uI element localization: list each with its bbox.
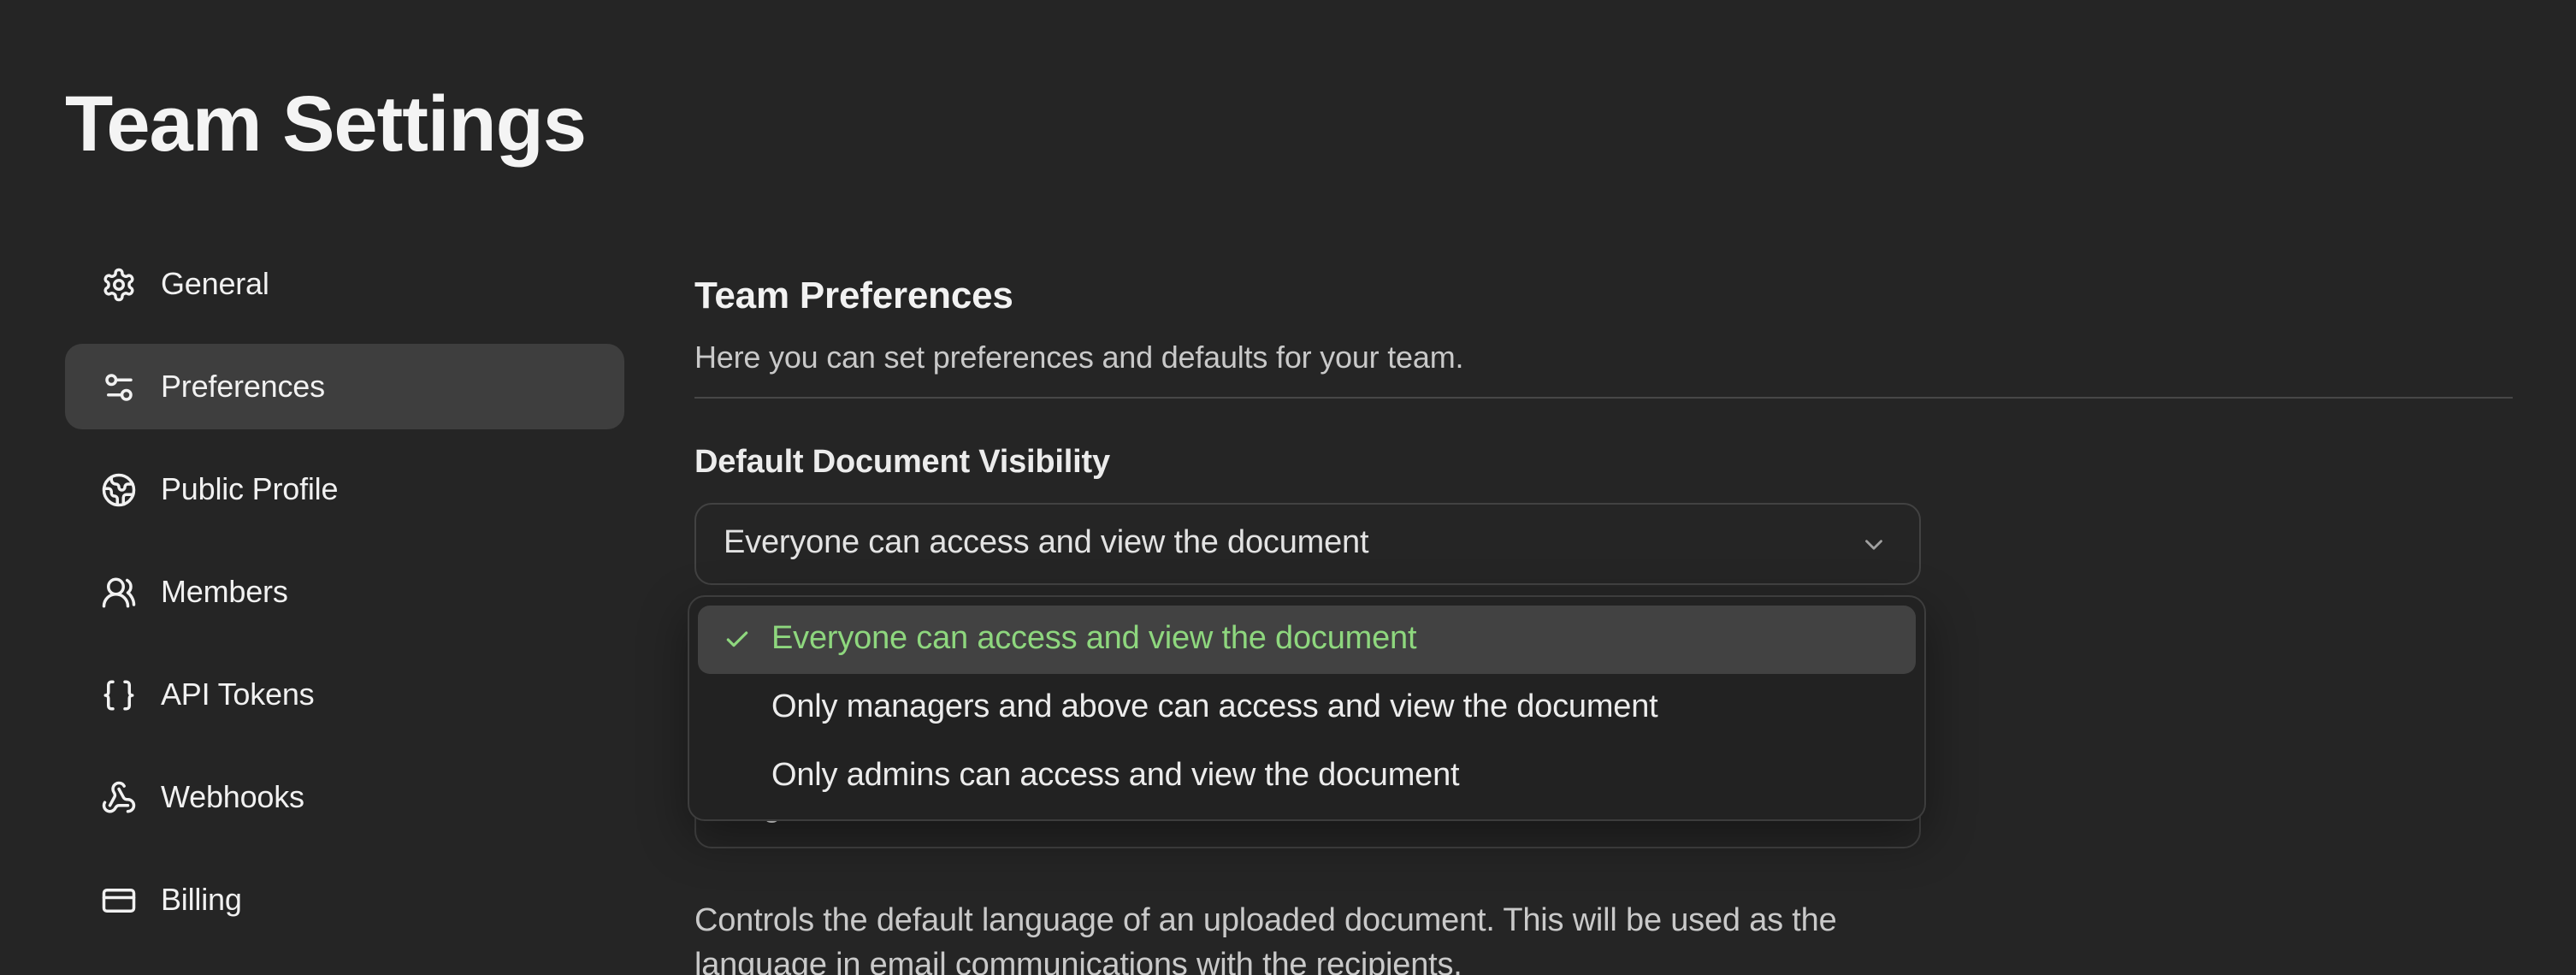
webhook-icon <box>101 779 137 815</box>
sidebar-item-billing[interactable]: Billing <box>65 857 624 942</box>
sidebar-item-label: General <box>161 266 269 302</box>
visibility-dropdown-menu: Everyone can access and view the documen… <box>688 595 1926 821</box>
page-title: Team Settings <box>65 75 586 171</box>
dropdown-option-admins[interactable]: Only admins can access and view the docu… <box>698 742 1916 811</box>
sidebar-item-webhooks[interactable]: Webhooks <box>65 754 624 840</box>
dropdown-option-label: Only admins can access and view the docu… <box>771 758 1459 795</box>
visibility-select-value: Everyone can access and view the documen… <box>724 525 1859 563</box>
language-help-text: Controls the default language of an uplo… <box>694 900 1960 975</box>
dropdown-option-everyone[interactable]: Everyone can access and view the documen… <box>698 606 1916 674</box>
credit-card-icon <box>101 882 137 918</box>
dropdown-option-label: Everyone can access and view the documen… <box>771 621 1416 659</box>
section-description: Here you can set preferences and default… <box>694 335 1463 380</box>
sliders-icon <box>101 369 137 405</box>
visibility-field-label: Default Document Visibility <box>694 441 1110 484</box>
team-settings-page: Team Settings General Preferences <box>0 0 2576 975</box>
settings-sidebar: General Preferences Public Profile <box>65 241 624 960</box>
section-heading: Team Preferences <box>694 271 1013 322</box>
dropdown-option-label: Only managers and above can access and v… <box>771 689 1658 727</box>
sidebar-item-label: Webhooks <box>161 779 304 815</box>
visibility-select[interactable]: Everyone can access and view the documen… <box>694 503 1921 585</box>
gear-icon <box>101 266 137 302</box>
dropdown-option-managers[interactable]: Only managers and above can access and v… <box>698 674 1916 742</box>
sidebar-item-label: API Tokens <box>161 677 314 712</box>
sidebar-item-general[interactable]: General <box>65 241 624 327</box>
sidebar-item-label: Preferences <box>161 369 325 405</box>
section-divider <box>694 397 2513 399</box>
sidebar-item-public-profile[interactable]: Public Profile <box>65 446 624 532</box>
sidebar-item-preferences[interactable]: Preferences <box>65 344 624 429</box>
users-icon <box>101 574 137 610</box>
sidebar-item-label: Members <box>161 574 288 610</box>
sidebar-item-api-tokens[interactable]: API Tokens <box>65 652 624 737</box>
sidebar-item-members[interactable]: Members <box>65 549 624 635</box>
globe-icon <box>101 471 137 507</box>
sidebar-item-label: Public Profile <box>161 471 338 507</box>
chevron-down-icon <box>1859 529 1888 558</box>
sidebar-item-label: Billing <box>161 882 242 918</box>
check-icon <box>724 626 751 653</box>
braces-icon <box>101 677 137 712</box>
